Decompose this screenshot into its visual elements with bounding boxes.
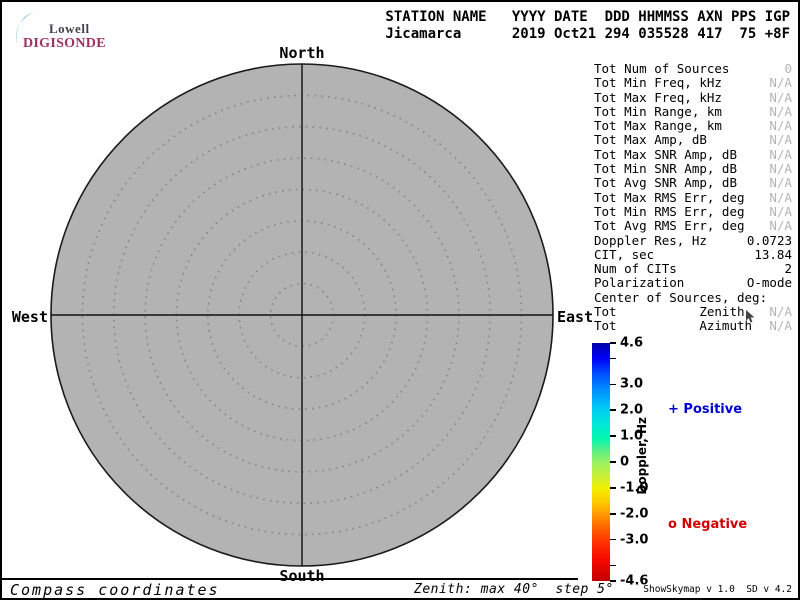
param-row: Doppler Res, Hz 0.0723 (594, 234, 792, 248)
param-label: Polarization (594, 276, 684, 290)
colorbar-tick (610, 358, 616, 360)
param-value: N/A (769, 91, 792, 105)
param-value: 2 (784, 262, 792, 276)
param-value: N/A (769, 119, 792, 133)
param-row: Tot Max Freq, kHz N/A (594, 91, 792, 105)
footer-separator (2, 578, 578, 580)
station-header-row-values: Jicamarca 2019 Oct21 294 035528 417 75 +… (385, 26, 790, 42)
logo-digisonde-text: DIGISONDE (23, 36, 106, 52)
version-text: ShowSkymap v 1.0 SD v 4.2 (643, 584, 792, 595)
param-row: Tot Avg SNR Amp, dB N/A (594, 176, 792, 190)
param-value: N/A (769, 191, 792, 205)
doppler-colorbar (592, 343, 610, 581)
colorbar-tick (610, 513, 616, 515)
param-value: N/A (769, 148, 792, 162)
param-value: N/A (769, 76, 792, 90)
param-row: Tot Min Range, km N/A (594, 105, 792, 119)
param-value: N/A (769, 176, 792, 190)
param-label: Doppler Res, Hz (594, 234, 707, 248)
colorbar-tick (610, 409, 616, 411)
param-label: Tot Max SNR Amp, dB (594, 148, 737, 162)
param-label: Tot Avg RMS Err, deg (594, 219, 745, 233)
param-row: Tot Azimuth N/A (594, 319, 792, 333)
colorbar-tick (610, 435, 616, 437)
param-row: Tot Num of Sources 0 (594, 62, 792, 76)
param-value: 13.84 (754, 248, 792, 262)
colorbar-tick-label: 3.0 (620, 377, 643, 392)
param-value: N/A (769, 319, 792, 333)
param-value: O-mode (747, 276, 792, 290)
param-value: N/A (769, 162, 792, 176)
param-value: 0 (784, 62, 792, 76)
param-row: Tot Max Range, km N/A (594, 119, 792, 133)
lowell-digisonde-logo: Lowell DIGISONDE (12, 7, 162, 57)
param-value: N/A (769, 205, 792, 219)
param-row: Num of CITs 2 (594, 262, 792, 276)
param-list: Tot Num of Sources0Tot Min Freq, kHzN/AT… (594, 62, 792, 334)
param-row: Tot Max SNR Amp, dB N/A (594, 148, 792, 162)
param-label: Tot Min SNR Amp, dB (594, 162, 737, 176)
colorbar-tick-label: 2.0 (620, 403, 643, 418)
param-label: Tot Min RMS Err, deg (594, 205, 745, 219)
colorbar-tick (610, 539, 616, 541)
legend-positive: + Positive (668, 402, 742, 417)
mouse-cursor-icon (745, 310, 757, 324)
param-label: Tot Min Range, km (594, 105, 722, 119)
colorbar-tick (610, 342, 616, 344)
param-row: Tot Avg RMS Err, deg N/A (594, 219, 792, 233)
param-label: Tot Avg SNR Amp, dB (594, 176, 737, 190)
coordinates-note: Compass coordinates (10, 581, 220, 599)
param-label: Tot Max Range, km (594, 119, 722, 133)
param-value: N/A (769, 219, 792, 233)
colorbar-axis-label: Doppler, Hz (635, 417, 649, 495)
param-label: Tot Max RMS Err, deg (594, 191, 745, 205)
skymap-polar-plot (46, 59, 558, 571)
param-label: Num of CITs (594, 262, 677, 276)
param-row: Tot Min Freq, kHz N/A (594, 76, 792, 90)
param-row: Tot Min RMS Err, deg N/A (594, 205, 792, 219)
zenith-scale-note: Zenith: max 40° step 5° (414, 582, 614, 597)
param-label: Tot Num of Sources (594, 62, 729, 76)
param-label: Tot Max Freq, kHz (594, 91, 722, 105)
param-row: Polarization O-mode (594, 276, 792, 290)
colorbar-tick-label: -2.0 (620, 506, 648, 521)
colorbar-tick (610, 487, 616, 489)
param-label: Center of Sources, deg: (594, 291, 767, 305)
compass-label-east: East (557, 308, 593, 326)
param-value: N/A (769, 105, 792, 119)
param-row: Tot Max Amp, dB N/A (594, 133, 792, 147)
colorbar-tick (610, 384, 616, 386)
param-value: N/A (769, 305, 792, 319)
param-label: Tot Azimuth (594, 319, 752, 333)
station-header: STATION NAME YYYY DATE DDD HHMMSS AXN PP… (385, 9, 790, 43)
colorbar-tick (610, 565, 616, 567)
param-label: Tot Max Amp, dB (594, 133, 707, 147)
param-label: CIT, sec (594, 248, 654, 262)
colorbar-tick (610, 461, 616, 463)
param-row: Tot Zenith N/A (594, 305, 792, 319)
colorbar-tick-label: 0 (620, 455, 629, 470)
param-value: N/A (769, 133, 792, 147)
logo-lowell-text: Lowell (49, 21, 90, 37)
param-row: Center of Sources, deg: (594, 291, 792, 305)
station-header-row-labels: STATION NAME YYYY DATE DDD HHMMSS AXN PP… (385, 9, 790, 25)
param-row: Tot Max RMS Err, deg N/A (594, 191, 792, 205)
param-label: Tot Min Freq, kHz (594, 76, 722, 90)
param-row: Tot Min SNR Amp, dB N/A (594, 162, 792, 176)
legend-negative: o Negative (668, 517, 747, 532)
colorbar-tick-label: -3.0 (620, 532, 648, 547)
param-row: CIT, sec 13.84 (594, 248, 792, 262)
param-label: Tot Zenith (594, 305, 745, 319)
compass-label-west: West (10, 308, 48, 326)
showskymap-window: Lowell DIGISONDE STATION NAME YYYY DATE … (0, 0, 800, 600)
param-value: 0.0723 (747, 234, 792, 248)
colorbar-tick-label: 4.6 (620, 336, 643, 351)
